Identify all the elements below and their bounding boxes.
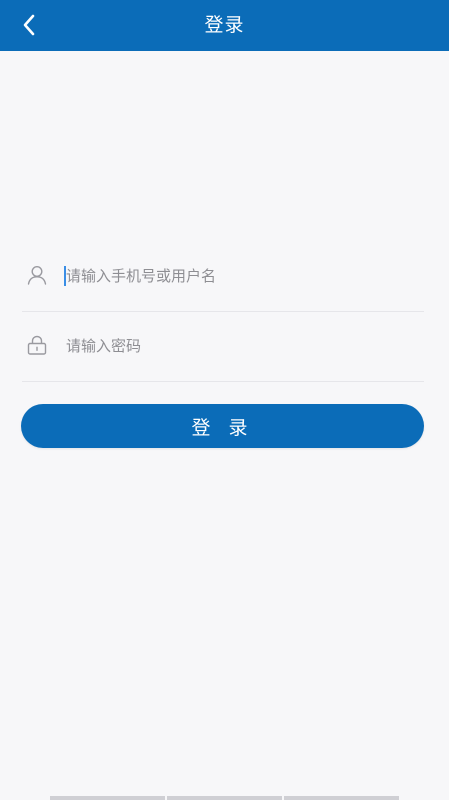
password-input[interactable] <box>66 332 406 360</box>
indicator-segment <box>284 796 399 800</box>
password-row <box>22 312 424 382</box>
login-form <box>22 242 424 382</box>
indicator-segment <box>167 796 282 800</box>
username-input[interactable] <box>66 262 406 290</box>
page-title: 登录 <box>204 14 245 36</box>
user-icon <box>27 265 47 285</box>
lock-icon <box>27 335 47 355</box>
indicator-segment <box>50 796 165 800</box>
username-row <box>22 242 424 312</box>
login-screen: 登录 登 录 <box>0 0 449 800</box>
top-navigation-bar: 登录 <box>0 0 449 51</box>
bottom-indicator <box>50 796 399 800</box>
login-button[interactable]: 登 录 <box>21 404 424 448</box>
